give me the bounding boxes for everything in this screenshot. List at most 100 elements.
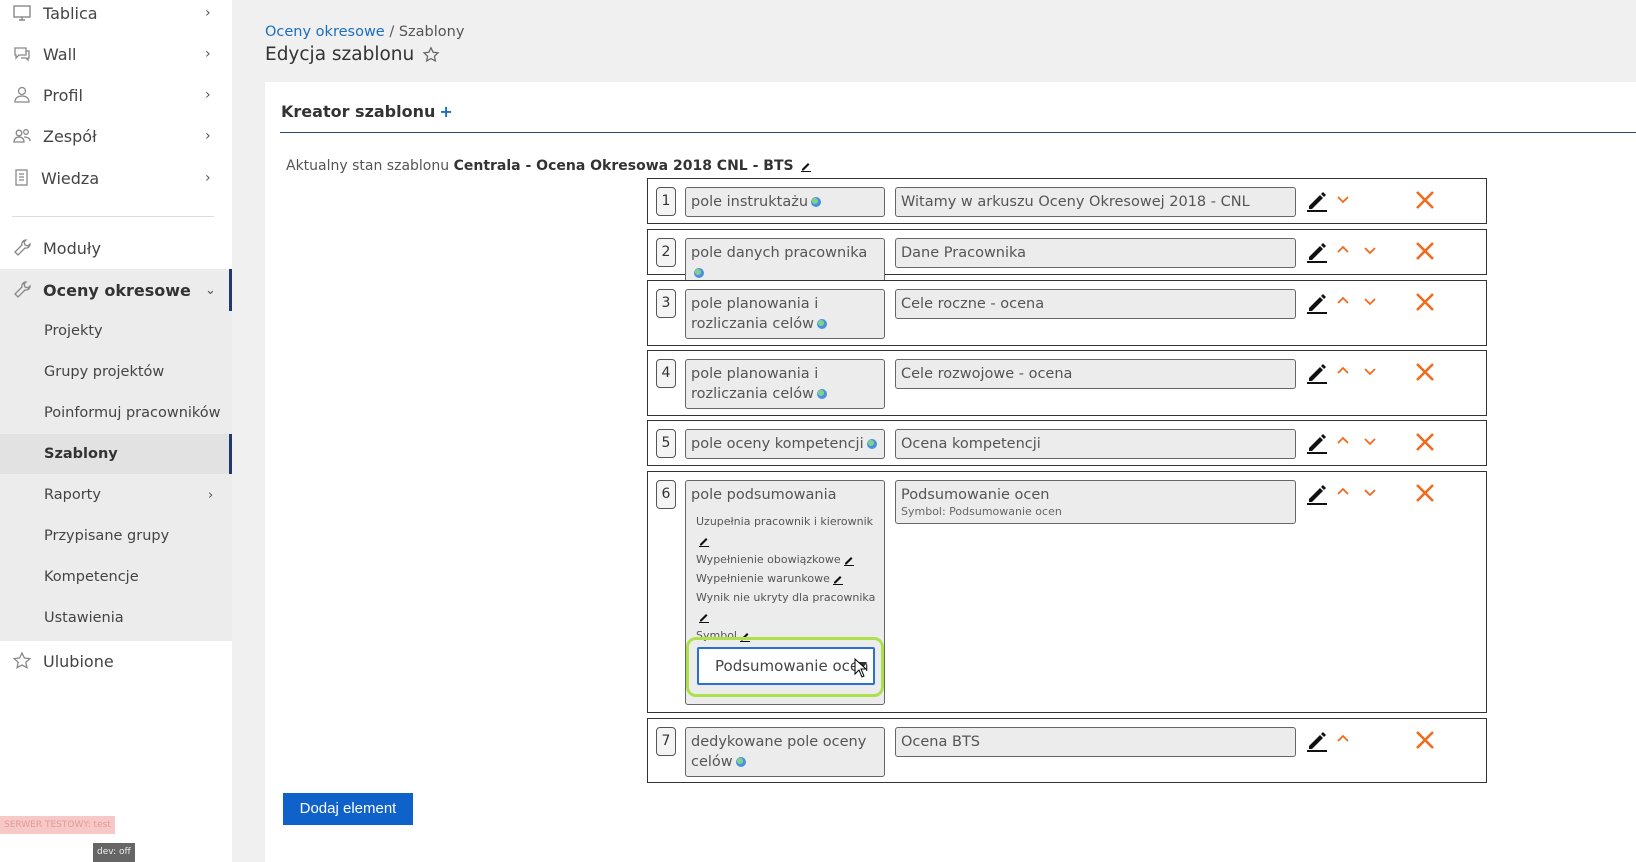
move-down-icon[interactable]: [1362, 293, 1378, 309]
edit-icon[interactable]: [1305, 729, 1329, 753]
settings-icon[interactable]: [817, 389, 828, 399]
submenu-item-projekty[interactable]: Projekty: [0, 311, 232, 351]
submenu-item-label: Ustawienia: [44, 610, 124, 626]
sidebar-item-moduly[interactable]: Moduły: [0, 228, 232, 268]
option-visible-result: Wynik nie ukryty dla pracownika: [696, 588, 876, 626]
breadcrumb-link[interactable]: Oceny okresowe: [265, 24, 385, 40]
sidebar-item-wiedza[interactable]: Wiedza ›: [0, 158, 232, 198]
pencil-icon[interactable]: [739, 630, 751, 642]
server-badge: SERWER TESTOWY: test: [0, 816, 115, 834]
breadcrumb-separator: /: [384, 24, 399, 40]
state-prefix: Aktualny stan szablonu: [286, 158, 450, 174]
element-type-label: pole instruktażu: [691, 194, 809, 210]
move-down-icon[interactable]: [1362, 433, 1378, 449]
submenu-item-szablony[interactable]: Szablony: [0, 434, 232, 474]
element-type-label: pole podsumowania: [691, 487, 837, 503]
chat-icon: [14, 47, 30, 62]
element-number: 5: [656, 429, 676, 458]
settings-icon[interactable]: [817, 319, 828, 329]
mouse-cursor-icon: [854, 658, 868, 678]
dev-badge[interactable]: dev: off: [93, 843, 135, 862]
submenu-item-przypisane-grupy[interactable]: Przypisane grupy: [0, 516, 232, 556]
move-down-icon[interactable]: [1362, 363, 1378, 379]
element-type: pole oceny kompetencji: [685, 429, 885, 459]
sidebar-item-zespol[interactable]: Zespół ›: [0, 116, 232, 156]
sidebar-item-label: Wiedza: [41, 168, 100, 188]
chevron-right-icon: ›: [205, 128, 211, 144]
chevron-right-icon: ›: [208, 487, 214, 503]
submenu-item-label: Przypisane grupy: [44, 528, 170, 544]
sidebar-item-ulubione[interactable]: Ulubione: [0, 641, 232, 681]
edit-icon[interactable]: [1305, 291, 1329, 315]
card-divider: [280, 132, 1636, 133]
card-title: Kreator szablonu +: [281, 102, 453, 121]
pencil-icon[interactable]: [832, 573, 844, 585]
delete-icon[interactable]: [1414, 189, 1436, 211]
sidebar-item-oceny-okresowe[interactable]: Oceny okresowe ⌄: [0, 269, 232, 311]
settings-icon[interactable]: [866, 439, 877, 449]
add-element-button[interactable]: Dodaj element: [283, 793, 413, 825]
move-down-icon[interactable]: [1362, 242, 1378, 258]
move-up-icon[interactable]: [1335, 731, 1351, 747]
submenu-oceny-okresowe: Projekty Grupy projektów Poinformuj prac…: [0, 311, 232, 641]
element-type-label: pole planowania i rozliczania celów: [691, 296, 819, 332]
pencil-icon[interactable]: [698, 611, 710, 623]
pencil-icon[interactable]: [800, 160, 812, 172]
settings-icon[interactable]: [735, 757, 746, 767]
delete-icon[interactable]: [1414, 240, 1436, 262]
delete-icon[interactable]: [1414, 431, 1436, 453]
edit-icon[interactable]: [1305, 189, 1329, 213]
element-name: Witamy w arkuszu Oceny Okresowej 2018 - …: [895, 187, 1296, 217]
delete-icon[interactable]: [1414, 291, 1436, 313]
sidebar-item-tablica[interactable]: Tablica ›: [0, 0, 232, 33]
chevron-right-icon: ›: [205, 5, 211, 21]
breadcrumb-current: Szablony: [398, 24, 465, 40]
delete-icon[interactable]: [1414, 482, 1436, 504]
option-label: Symbol: [696, 629, 737, 642]
element-symbol: Symbol: Podsumowanie ocen: [901, 505, 1062, 518]
submenu-item-grupy-projektow[interactable]: Grupy projektów: [0, 352, 232, 392]
edit-icon[interactable]: [1305, 482, 1329, 506]
move-down-icon[interactable]: [1335, 191, 1351, 207]
settings-icon[interactable]: [811, 197, 822, 207]
submenu-item-poinformuj[interactable]: Poinformuj pracowników: [0, 393, 232, 433]
symbol-select[interactable]: Podsumowanie ocen: [697, 647, 875, 685]
submenu-item-label: Raporty: [44, 487, 101, 503]
add-section-button[interactable]: +: [439, 102, 452, 121]
submenu-item-ustawienia[interactable]: Ustawienia: [0, 598, 232, 638]
sidebar-item-label: Moduły: [43, 238, 101, 258]
submenu-item-raporty[interactable]: Raporty ›: [0, 475, 232, 515]
move-up-icon[interactable]: [1335, 484, 1351, 500]
sidebar-item-wall[interactable]: Wall ›: [0, 34, 232, 74]
chevron-right-icon: ›: [205, 87, 211, 103]
page-title-wrap: Edycja szablonu: [265, 44, 440, 65]
edit-icon[interactable]: [1305, 240, 1329, 264]
submenu-item-kompetencje[interactable]: Kompetencje: [0, 557, 232, 597]
star-icon[interactable]: [422, 45, 440, 64]
sidebar-item-profil[interactable]: Profil ›: [0, 75, 232, 115]
option-filled-by: Uzupełnia pracownik i kierownik: [696, 512, 876, 550]
template-name: Centrala - Ocena Okresowa 2018 CNL - BTS: [453, 158, 794, 174]
edit-icon[interactable]: [1305, 431, 1329, 455]
option-label: Wypełnienie obowiązkowe: [696, 553, 841, 566]
move-down-icon[interactable]: [1362, 484, 1378, 500]
pencil-icon[interactable]: [843, 554, 855, 566]
delete-icon[interactable]: [1414, 361, 1436, 383]
delete-icon[interactable]: [1414, 729, 1436, 751]
move-up-icon[interactable]: [1335, 363, 1351, 379]
element-type: dedykowane pole oceny celów: [685, 727, 885, 777]
option-symbol: Symbol: [696, 626, 876, 645]
edit-icon[interactable]: [1305, 361, 1329, 385]
element-type-label: pole danych pracownika: [691, 245, 868, 261]
settings-icon[interactable]: [694, 268, 704, 278]
breadcrumb: Oceny okresowe / Szablony: [265, 24, 464, 40]
submenu-item-label: Szablony: [44, 446, 118, 462]
template-state: Aktualny stan szablonu Centrala - Ocena …: [286, 158, 812, 174]
move-up-icon[interactable]: [1335, 242, 1351, 258]
symbol-select-value: Podsumowanie ocen: [715, 657, 869, 675]
element-number: 2: [656, 238, 676, 267]
move-up-icon[interactable]: [1335, 293, 1351, 309]
move-up-icon[interactable]: [1335, 433, 1351, 449]
element-name: Podsumowanie ocen Symbol: Podsumowanie o…: [895, 480, 1296, 524]
pencil-icon[interactable]: [698, 535, 710, 547]
